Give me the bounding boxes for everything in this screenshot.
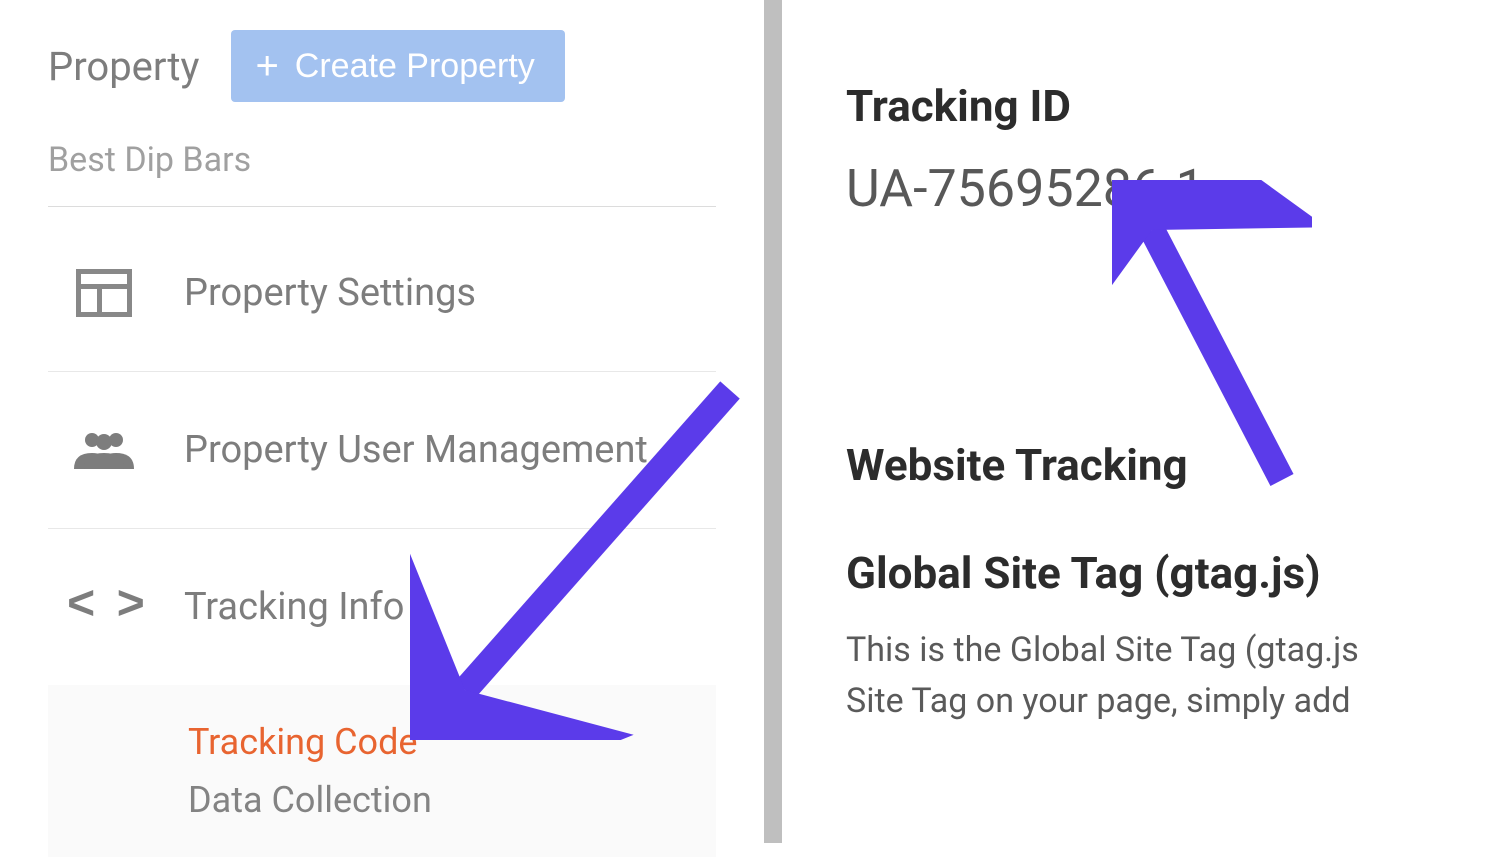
global-site-tag-heading: Global Site Tag (gtag.js) [846,547,1500,599]
tracking-id-heading: Tracking ID [846,80,1500,132]
sidebar-item-user-management[interactable]: Property User Management [48,372,716,529]
sub-item-tracking-code[interactable]: Tracking Code [188,713,716,771]
sidebar-item-property-settings[interactable]: Property Settings [48,215,716,372]
description-line: This is the Global Site Tag (gtag.js [846,625,1500,676]
property-header: Property + Create Property [48,30,716,102]
sidebar-item-tracking-info[interactable]: < > Tracking Info [48,529,716,685]
section-label: Property [48,43,199,90]
sidebar-item-label: Tracking Info [184,585,404,629]
create-property-button[interactable]: + Create Property [231,30,564,102]
sidebar-item-label: Property User Management [184,428,648,472]
pane-divider [764,0,782,843]
sub-item-data-collection[interactable]: Data Collection [188,771,716,829]
plus-icon: + [255,46,278,86]
main-content: Tracking ID UA-75695286-1 Website Tracki… [782,0,1500,843]
description-line: Site Tag on your page, simply add [846,676,1500,727]
people-icon [72,424,136,476]
settings-box-icon [72,267,136,319]
code-brackets-icon: < > [72,581,136,633]
sidebar-item-label: Property Settings [184,271,476,315]
property-name: Best Dip Bars [48,140,716,207]
tracking-info-submenu: Tracking Code Data Collection [48,685,716,857]
website-tracking-heading: Website Tracking [846,439,1500,491]
create-property-label: Create Property [295,47,535,86]
global-tag-description: This is the Global Site Tag (gtag.js Sit… [846,625,1500,727]
tracking-id-value: UA-75695286-1 [846,158,1500,219]
property-sidebar: Property + Create Property Best Dip Bars… [0,0,764,843]
